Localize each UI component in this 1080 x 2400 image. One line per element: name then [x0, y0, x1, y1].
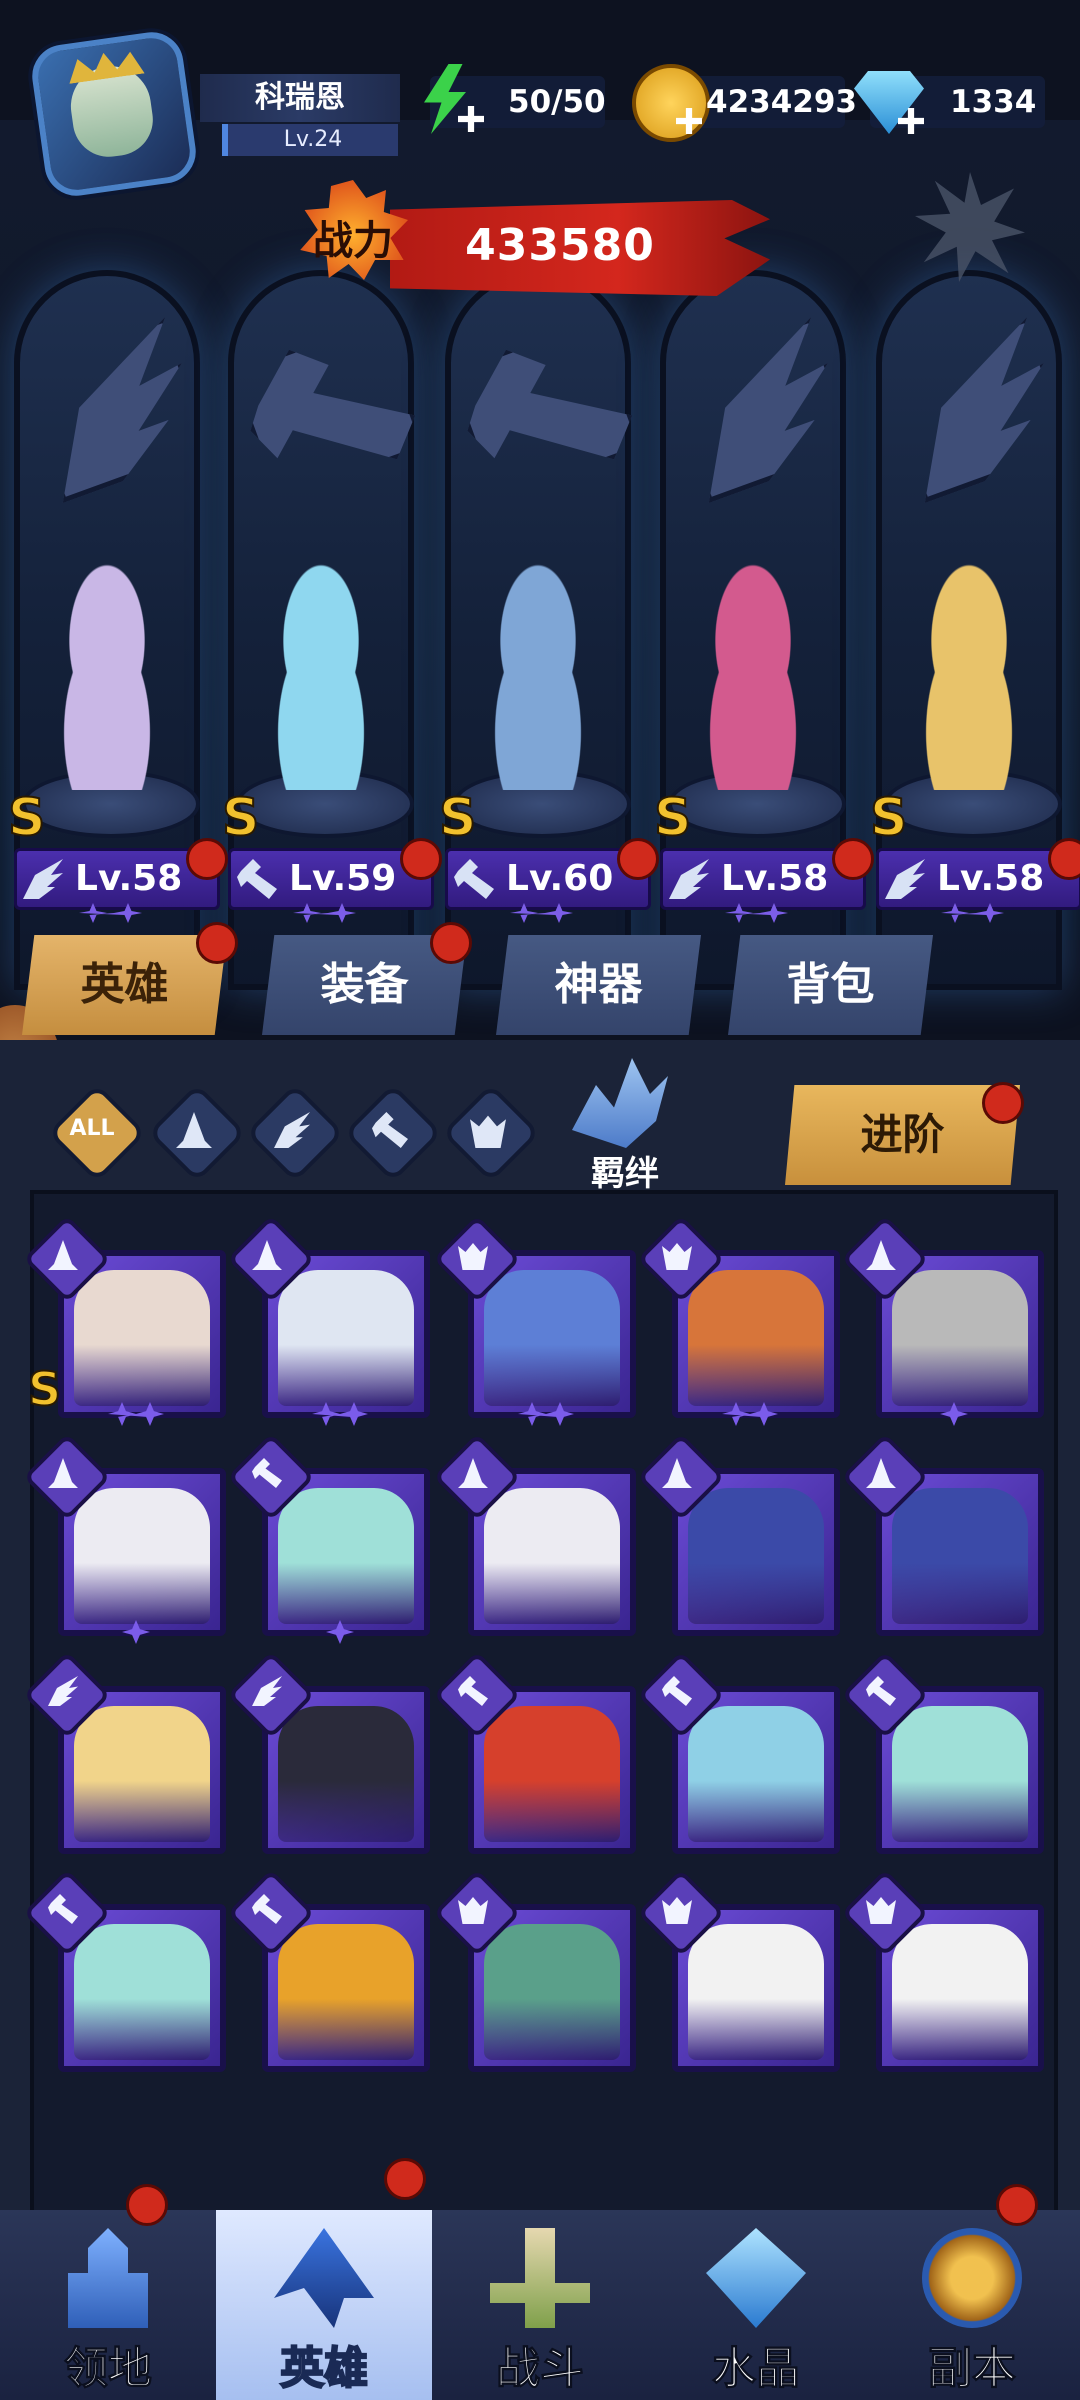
hero-portrait [278, 1924, 414, 2060]
nav-label: 领地 [64, 2343, 153, 2395]
wing-icon [23, 859, 63, 899]
diamond-counter[interactable]: 1334 [854, 71, 1045, 134]
nav-territory[interactable]: 领地 [0, 2210, 216, 2400]
nav-crystal[interactable]: 水晶 [648, 2210, 864, 2400]
tab-backpack[interactable]: 背包 [728, 935, 933, 1035]
player-avatar[interactable] [28, 28, 200, 200]
hero-figure[interactable] [678, 560, 828, 790]
hero-figure[interactable] [894, 560, 1044, 790]
crystal-icon [706, 2228, 806, 2328]
hero-level: Lv.58 [721, 858, 829, 899]
hero-portrait [892, 1488, 1028, 1624]
nav-label: 英雄 [279, 2342, 369, 2395]
nav-dungeon[interactable]: 副本 [864, 2210, 1080, 2400]
hero-rank-badge: S [438, 787, 477, 849]
hero-portrait [484, 1706, 620, 1842]
hero-figure[interactable] [246, 560, 396, 790]
hero-portrait [688, 1924, 824, 2060]
wing-icon [669, 859, 709, 899]
hero-portrait [892, 1270, 1028, 1406]
hero-level: Lv.58 [75, 858, 183, 899]
nav-notification-dot [996, 2184, 1038, 2226]
hero-portrait [688, 1488, 824, 1624]
power-badge-label: 战力 [313, 218, 393, 264]
hero-portrait [484, 1270, 620, 1406]
hero-figure[interactable] [463, 560, 613, 790]
hero-figure[interactable] [32, 560, 182, 790]
hero-portrait [278, 1706, 414, 1842]
energy-value: 50/50 [508, 84, 606, 120]
nav-label: 水晶 [712, 2343, 801, 2395]
energy-counter[interactable]: 50/50 [424, 64, 606, 134]
portal-icon [922, 2228, 1022, 2328]
wrench-icon [454, 859, 494, 899]
hero-portrait [484, 1924, 620, 2060]
wrench-icon [237, 859, 277, 899]
nav-label: 副本 [928, 2343, 1017, 2395]
wizard-hat-icon [274, 2228, 374, 2328]
hero-portrait [278, 1488, 414, 1624]
wing-icon [885, 859, 925, 899]
hero-rank-badge: S [869, 787, 908, 849]
nav-battle[interactable]: 战斗 [432, 2210, 648, 2400]
nav-notification-dot [126, 2184, 168, 2226]
hero-rank-badge: S [27, 1361, 62, 1417]
gold-counter[interactable]: 4234293 [632, 64, 857, 142]
hero-notification-dot [832, 838, 874, 880]
hero-portrait [688, 1270, 824, 1406]
gold-coin-icon [632, 64, 710, 142]
nav-notification-dot [384, 2158, 426, 2200]
tab-notification-dot [430, 922, 472, 964]
bond-label[interactable]: 羁绊 [560, 1146, 690, 1195]
hero-notification-dot [617, 838, 659, 880]
player-name: 科瑞恩 [200, 74, 400, 122]
hero-level: Lv.59 [289, 858, 397, 899]
hero-rank-badge: S [221, 787, 260, 849]
hero-level: Lv.60 [506, 858, 614, 899]
hero-rank-badge: S [653, 787, 692, 849]
filter-all-label: ALL [69, 1116, 115, 1141]
diamond-value: 1334 [950, 84, 1037, 120]
hero-portrait [892, 1706, 1028, 1842]
hero-portrait [74, 1706, 210, 1842]
gold-value: 4234293 [706, 84, 857, 120]
hero-notification-dot [400, 838, 442, 880]
advance-notification-dot [982, 1082, 1024, 1124]
power-value: 433580 [465, 220, 655, 271]
hero-portrait [688, 1706, 824, 1842]
nav-heroes[interactable]: 英雄 [216, 2210, 432, 2400]
tab-artifacts[interactable]: 神器 [496, 935, 701, 1035]
hero-portrait [74, 1270, 210, 1406]
hero-portrait [484, 1488, 620, 1624]
hero-portrait [74, 1924, 210, 2060]
hero-portrait [278, 1270, 414, 1406]
hero-level: Lv.58 [937, 858, 1045, 899]
hero-portrait [74, 1488, 210, 1624]
castle-icon [68, 2228, 148, 2328]
hero-portrait [892, 1924, 1028, 2060]
tab-notification-dot [196, 922, 238, 964]
nav-label: 战斗 [496, 2343, 585, 2395]
sword-icon [490, 2228, 590, 2328]
player-level: Lv.24 [222, 124, 398, 156]
hero-rank-badge: S [7, 787, 46, 849]
